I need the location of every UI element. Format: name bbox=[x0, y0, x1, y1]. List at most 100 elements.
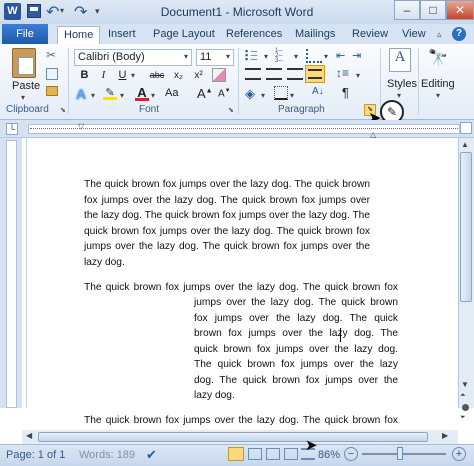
tab-page-layout[interactable]: Page Layout bbox=[153, 26, 215, 44]
highlight-icon[interactable]: ✎ bbox=[103, 86, 117, 102]
next-page-icon[interactable]: ⏷ bbox=[460, 414, 466, 422]
underline-dropdown-icon[interactable]: ▾ bbox=[131, 71, 135, 80]
justify-button[interactable] bbox=[305, 65, 325, 83]
format-painter-icon[interactable] bbox=[46, 86, 58, 96]
scroll-left-icon[interactable]: ◀ bbox=[26, 431, 32, 440]
shrink-font-button[interactable]: A▼ bbox=[218, 88, 231, 99]
align-right-icon[interactable] bbox=[287, 68, 303, 80]
borders-icon[interactable] bbox=[274, 86, 288, 100]
paragraph-2-first-line[interactable]: The quick brown fox jumps over the lazy … bbox=[84, 280, 398, 296]
font-launcher-icon[interactable]: ⬊ bbox=[228, 106, 234, 114]
italic-button[interactable]: I bbox=[95, 67, 112, 84]
tab-insert[interactable]: Insert bbox=[108, 26, 136, 44]
browse-object-icon[interactable] bbox=[462, 404, 469, 411]
vertical-ruler-track[interactable] bbox=[6, 140, 17, 408]
bullets-icon[interactable]: ▪ ─ ▪ ─ ▪ ─ bbox=[245, 47, 263, 64]
multilevel-list-icon[interactable] bbox=[306, 49, 322, 63]
page-count-status[interactable]: Page: 1 of 1 bbox=[6, 449, 65, 461]
previous-page-icon[interactable]: ⏶ bbox=[460, 392, 466, 400]
superscript-button[interactable]: x² bbox=[190, 67, 207, 84]
close-button[interactable]: ✕ bbox=[446, 0, 474, 20]
paste-dropdown-icon[interactable]: ▾ bbox=[21, 93, 25, 102]
multilevel-dropdown-icon[interactable]: ▾ bbox=[324, 52, 328, 61]
zoom-out-button[interactable]: − bbox=[344, 447, 358, 461]
first-line-indent-marker[interactable]: ▽ bbox=[78, 122, 84, 131]
zoom-slider-track[interactable] bbox=[362, 453, 446, 455]
minimize-button[interactable]: – bbox=[394, 0, 420, 20]
print-layout-view-button[interactable] bbox=[228, 447, 244, 461]
zoom-level[interactable]: 86% bbox=[318, 449, 340, 461]
full-screen-reading-icon[interactable] bbox=[248, 448, 262, 460]
scroll-down-icon[interactable]: ▼ bbox=[461, 380, 469, 389]
clear-formatting-icon[interactable] bbox=[212, 68, 226, 82]
numbering-dropdown-icon[interactable]: ▾ bbox=[294, 52, 298, 61]
minimize-ribbon-icon[interactable]: ▵ bbox=[437, 29, 442, 40]
strikethrough-button[interactable]: abc bbox=[146, 67, 168, 84]
numbering-icon[interactable]: 1─ 2─ 3─ bbox=[275, 48, 293, 64]
align-center-icon[interactable] bbox=[266, 68, 282, 80]
line-spacing-dropdown-icon[interactable]: ▾ bbox=[356, 71, 360, 80]
view-ruler-icon[interactable] bbox=[460, 122, 472, 134]
word-count-status[interactable]: Words: 189 bbox=[79, 449, 135, 461]
paste-icon[interactable] bbox=[12, 48, 36, 78]
increase-indent-icon[interactable]: ⇥ bbox=[352, 49, 361, 62]
cut-icon[interactable]: ✂ bbox=[46, 48, 56, 62]
divider bbox=[380, 48, 381, 114]
font-color-letter: A bbox=[137, 85, 147, 100]
font-color-icon[interactable]: A bbox=[135, 85, 149, 101]
decrease-indent-icon[interactable]: ⇤ bbox=[336, 49, 345, 62]
font-name-combo[interactable]: Calibri (Body) bbox=[74, 49, 192, 66]
line-spacing-icon[interactable]: ↕≡ bbox=[336, 66, 349, 80]
styles-icon[interactable]: A bbox=[389, 48, 411, 72]
paragraph-2-indented[interactable]: jumps over the lazy dog. The quick brown… bbox=[194, 295, 398, 404]
zoom-slider-thumb[interactable] bbox=[397, 447, 403, 460]
clipboard-group-label: Clipboard bbox=[6, 104, 49, 115]
web-layout-icon[interactable] bbox=[266, 448, 280, 460]
tab-references[interactable]: References bbox=[226, 26, 282, 44]
editing-button[interactable]: Editing bbox=[421, 78, 455, 90]
zoom-in-button[interactable]: + bbox=[452, 447, 466, 461]
font-size-dropdown-icon[interactable]: ▾ bbox=[226, 52, 230, 61]
tab-home[interactable]: Home bbox=[57, 26, 101, 44]
sort-icon[interactable]: A↓ bbox=[312, 86, 324, 97]
tab-selector-icon[interactable]: └ bbox=[6, 123, 18, 135]
styles-button[interactable]: Styles bbox=[387, 78, 417, 90]
tab-review[interactable]: Review bbox=[352, 26, 388, 44]
vertical-scroll-thumb[interactable] bbox=[460, 152, 472, 302]
copy-icon[interactable] bbox=[46, 68, 58, 80]
paragraph-1[interactable]: The quick brown fox jumps over the lazy … bbox=[84, 177, 370, 270]
styles-dropdown-icon[interactable]: ▾ bbox=[397, 91, 401, 100]
grow-font-button[interactable]: A▲ bbox=[197, 86, 213, 101]
text-effects-dropdown-icon[interactable]: ▾ bbox=[91, 91, 95, 100]
bold-button[interactable]: B bbox=[76, 67, 93, 84]
paste-button[interactable]: Paste bbox=[12, 80, 40, 92]
highlight-dropdown-icon[interactable]: ▾ bbox=[120, 91, 124, 100]
horizontal-scroll-thumb[interactable] bbox=[38, 432, 428, 442]
editing-dropdown-icon[interactable]: ▾ bbox=[436, 91, 440, 100]
clipboard-launcher-icon[interactable]: ⬊ bbox=[60, 106, 66, 114]
scroll-right-icon[interactable]: ▶ bbox=[442, 431, 448, 440]
scroll-up-icon[interactable]: ▲ bbox=[461, 140, 469, 149]
maximize-button[interactable]: □ bbox=[420, 0, 446, 20]
outline-view-icon[interactable] bbox=[284, 448, 298, 460]
font-name-dropdown-icon[interactable]: ▾ bbox=[184, 52, 188, 61]
bullets-dropdown-icon[interactable]: ▾ bbox=[264, 52, 268, 61]
find-icon[interactable]: 🔭 bbox=[428, 48, 448, 68]
proofing-icon[interactable]: ✔ bbox=[146, 447, 157, 463]
subscript-button[interactable]: x₂ bbox=[170, 67, 187, 84]
divider bbox=[418, 48, 419, 114]
tab-file[interactable]: File bbox=[2, 24, 48, 44]
font-color-dropdown-icon[interactable]: ▾ bbox=[151, 91, 155, 100]
shading-dropdown-icon[interactable]: ▾ bbox=[261, 91, 265, 100]
shading-icon[interactable]: ◈ bbox=[245, 86, 255, 102]
text-effects-icon[interactable]: A bbox=[76, 86, 86, 102]
tab-mailings[interactable]: Mailings bbox=[295, 26, 335, 44]
align-left-icon[interactable] bbox=[245, 68, 261, 80]
underline-button[interactable]: U bbox=[114, 67, 131, 84]
change-case-icon[interactable]: Aa bbox=[165, 87, 178, 99]
paragraph-3[interactable]: The quick brown fox jumps over the lazy … bbox=[84, 413, 398, 427]
help-icon[interactable]: ? bbox=[452, 27, 466, 41]
borders-dropdown-icon[interactable]: ▾ bbox=[290, 91, 294, 100]
tab-view[interactable]: View bbox=[402, 26, 426, 44]
show-formatting-icon[interactable]: ¶ bbox=[342, 85, 349, 100]
